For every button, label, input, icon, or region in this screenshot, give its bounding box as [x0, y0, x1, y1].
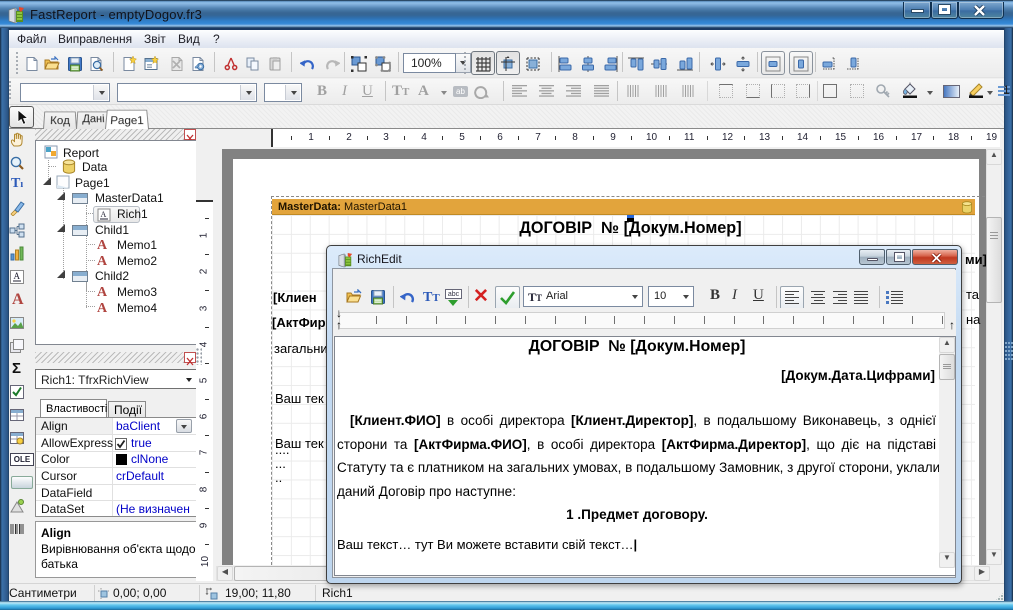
svg-text:A: A: [101, 210, 107, 219]
